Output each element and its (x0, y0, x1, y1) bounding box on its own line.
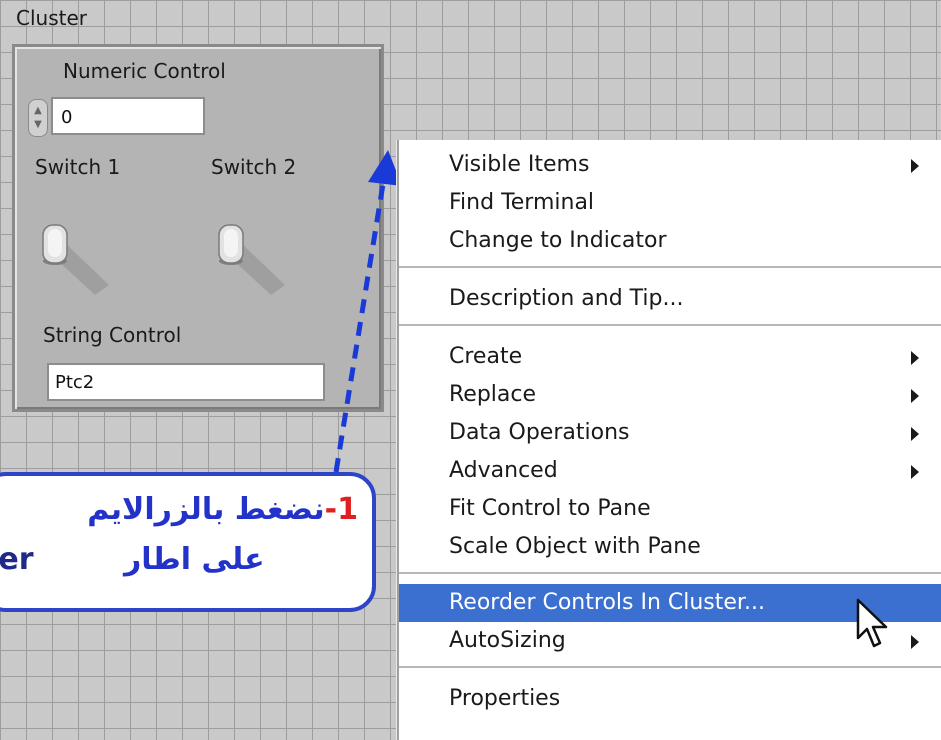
menu-item-replace[interactable]: Replace (399, 376, 941, 414)
menu-item-description-and-tip[interactable]: Description and Tip... (399, 280, 941, 318)
block-diagram-canvas: Cluster Numeric Control ▲ ▼ 0 Switch 1 Sw… (0, 0, 941, 740)
menu-separator (399, 572, 941, 574)
menu-item-fit-control-to-pane[interactable]: Fit Control to Pane (399, 490, 941, 528)
menu-item-properties[interactable]: Properties (399, 680, 941, 718)
instruction-callout: 1-نضغط بالزرالايم على اطار ter (0, 472, 376, 612)
menu-item-advanced[interactable]: Advanced (399, 452, 941, 490)
submenu-arrow-icon (911, 635, 919, 649)
menu-item-find-terminal[interactable]: Find Terminal (399, 184, 941, 222)
menu-separator (399, 266, 941, 268)
callout-line2-arabic: على اطار (124, 542, 265, 577)
menu-separator (399, 666, 941, 668)
menu-separator (399, 324, 941, 326)
submenu-arrow-icon (911, 465, 919, 479)
callout-line1: نضغط بالزرالايم (87, 492, 325, 527)
submenu-arrow-icon (911, 159, 919, 173)
callout-line2-english: ter (0, 542, 34, 577)
menu-item-visible-items[interactable]: Visible Items (399, 146, 941, 184)
callout-step-number: 1- (324, 492, 358, 527)
menu-item-data-operations[interactable]: Data Operations (399, 414, 941, 452)
submenu-arrow-icon (911, 389, 919, 403)
menu-item-change-to-indicator[interactable]: Change to Indicator (399, 222, 941, 260)
menu-item-create[interactable]: Create (399, 338, 941, 376)
menu-item-scale-object-with-pane[interactable]: Scale Object with Pane (399, 528, 941, 566)
submenu-arrow-icon (911, 351, 919, 365)
mouse-cursor-icon (856, 598, 888, 648)
submenu-arrow-icon (911, 427, 919, 441)
